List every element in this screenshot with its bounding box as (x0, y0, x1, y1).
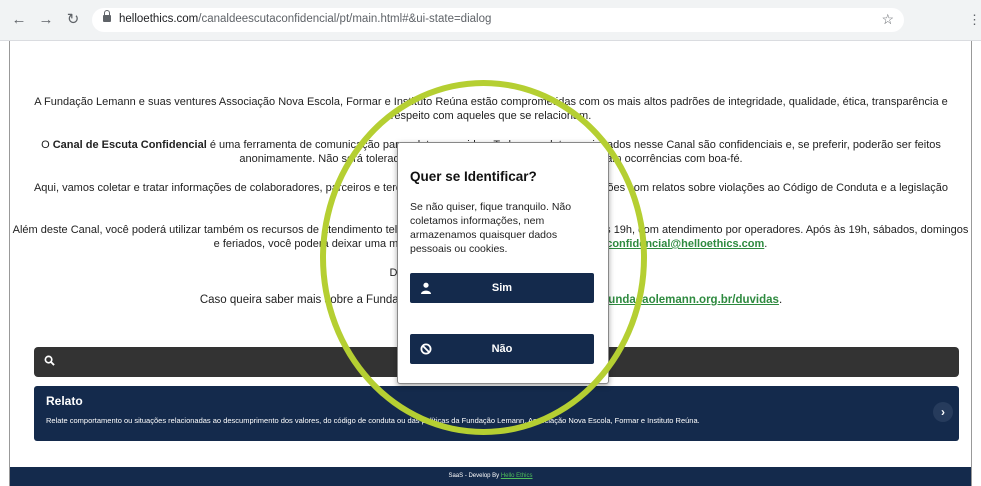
relato-description: Relate comportamento ou situações relaci… (46, 416, 700, 425)
no-button[interactable]: Não (410, 334, 594, 364)
chevron-right-icon[interactable]: › (933, 402, 953, 422)
url-host: helloethics.com (119, 13, 199, 25)
contact-post: . (764, 238, 768, 250)
canal-name: Canal de Escuta Confidencial (52, 139, 207, 151)
reload-icon[interactable]: ↻ (64, 11, 82, 29)
bookmark-star-icon[interactable]: ☆ (881, 11, 894, 28)
forward-icon[interactable]: → (37, 11, 55, 29)
search-icon (44, 355, 55, 366)
dialog-text: Se não quiser, fique tranquilo. Não cole… (410, 201, 572, 255)
footer-prefix: SaaS - Develop By (448, 473, 501, 479)
address-bar[interactable]: helloethics.com/canaldeescutaconfidencia… (92, 8, 904, 32)
more-info-post: . (778, 294, 783, 306)
canal-pre: O (41, 139, 53, 151)
url-text: helloethics.com/canaldeescutaconfidencia… (119, 13, 491, 25)
yes-button[interactable]: Sim (410, 273, 594, 303)
back-icon[interactable]: ← (10, 11, 28, 29)
no-label: Não (491, 343, 513, 355)
footer-link[interactable]: Hello Ethics (501, 473, 533, 479)
relato-title: Relato (46, 394, 83, 408)
page-border-left (9, 41, 10, 486)
identify-dialog: Quer se Identificar? Se não quiser, fiqu… (397, 142, 609, 384)
dialog-title: Quer se Identificar? (410, 169, 537, 184)
yes-label: Sim (491, 282, 513, 294)
lock-icon (103, 10, 111, 22)
browser-toolbar: ← → ↻ helloethics.com/canaldeescutaconfi… (0, 0, 981, 41)
footer: SaaS - Develop By Hello Ethics (10, 467, 971, 486)
relato-card[interactable]: Relato Relate comportamento ou situações… (34, 386, 959, 441)
url-path: /canaldeescutaconfidencial/pt/main.html#… (198, 13, 492, 25)
page-border-right (971, 41, 972, 486)
intro-paragraph: A Fundação Lemann e suas ventures Associ… (34, 96, 948, 122)
browser-menu-icon[interactable]: ⋮ (968, 12, 981, 28)
